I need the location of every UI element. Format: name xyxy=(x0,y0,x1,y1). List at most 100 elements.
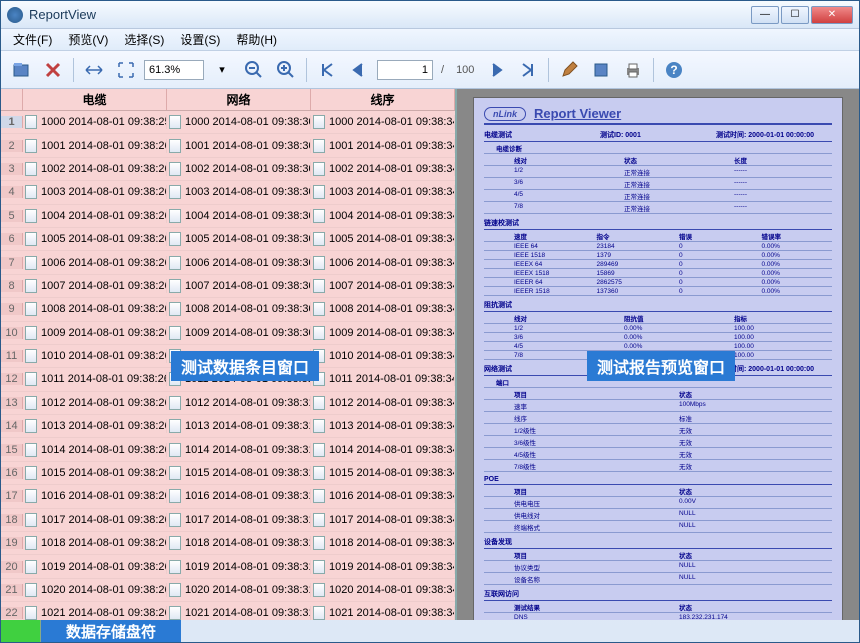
zoom-out-button[interactable] xyxy=(240,56,268,84)
document-icon xyxy=(313,162,325,176)
document-icon xyxy=(169,443,181,457)
table-row[interactable]: 141013 2014-08-01 09:38:261013 2014-08-0… xyxy=(1,415,455,438)
overlay-left-label: 测试数据条目窗口 xyxy=(171,351,319,381)
document-icon xyxy=(25,162,37,176)
col-header-wiremap[interactable]: 线序 xyxy=(311,89,455,110)
document-icon xyxy=(169,560,181,574)
table-row[interactable]: 221021 2014-08-01 09:38:261021 2014-08-0… xyxy=(1,602,455,620)
fit-page-button[interactable] xyxy=(112,56,140,84)
menu-file[interactable]: 文件(F) xyxy=(5,29,60,50)
document-icon xyxy=(169,115,181,129)
document-icon xyxy=(169,232,181,246)
document-icon xyxy=(313,466,325,480)
edit-button[interactable] xyxy=(555,56,583,84)
document-icon xyxy=(169,185,181,199)
document-icon xyxy=(313,560,325,574)
menu-help[interactable]: 帮助(H) xyxy=(228,29,285,50)
document-icon xyxy=(313,185,325,199)
col-header-network[interactable]: 网络 xyxy=(167,89,311,110)
page-separator: / xyxy=(437,64,448,76)
menu-preview[interactable]: 预览(V) xyxy=(60,29,116,50)
document-icon xyxy=(169,536,181,550)
document-icon xyxy=(25,583,37,597)
document-icon xyxy=(25,302,37,316)
page-input[interactable] xyxy=(377,60,433,80)
document-icon xyxy=(25,115,37,129)
table-row[interactable]: 161015 2014-08-01 09:38:261015 2014-08-0… xyxy=(1,462,455,485)
document-icon xyxy=(25,279,37,293)
status-drive-indicator xyxy=(1,620,41,642)
zoom-dropdown[interactable]: ▾ xyxy=(208,56,236,84)
close-button[interactable]: ✕ xyxy=(811,6,853,24)
zoom-in-button[interactable] xyxy=(272,56,300,84)
main-area: 电缆 网络 线序 测试数据条目窗口 11000 2014-08-01 09:38… xyxy=(1,89,859,620)
prev-page-button[interactable] xyxy=(345,56,373,84)
print-button[interactable] xyxy=(619,56,647,84)
document-icon xyxy=(313,419,325,433)
overlay-right-label: 测试报告预览窗口 xyxy=(587,351,735,381)
zoom-input[interactable] xyxy=(144,60,204,80)
table-row[interactable]: 191018 2014-08-01 09:38:261018 2014-08-0… xyxy=(1,532,455,555)
document-icon xyxy=(313,256,325,270)
document-icon xyxy=(169,139,181,153)
app-icon xyxy=(7,7,23,23)
last-page-button[interactable] xyxy=(514,56,542,84)
document-icon xyxy=(169,162,181,176)
document-icon xyxy=(313,606,325,620)
document-icon xyxy=(25,536,37,550)
document-icon xyxy=(169,279,181,293)
document-icon xyxy=(313,232,325,246)
table-row[interactable]: 51004 2014-08-01 09:38:261004 2014-08-01… xyxy=(1,205,455,228)
table-row[interactable]: 81007 2014-08-01 09:38:261007 2014-08-01… xyxy=(1,275,455,298)
table-row[interactable]: 31002 2014-08-01 09:38:261002 2014-08-01… xyxy=(1,158,455,181)
help-button[interactable]: ? xyxy=(660,56,688,84)
document-icon xyxy=(169,583,181,597)
document-icon xyxy=(169,209,181,223)
table-row[interactable]: 21001 2014-08-01 09:38:261001 2014-08-01… xyxy=(1,134,455,157)
table-row[interactable]: 11000 2014-08-01 09:38:251000 2014-08-01… xyxy=(1,111,455,134)
document-icon xyxy=(25,466,37,480)
table-row[interactable]: 91008 2014-08-01 09:38:261008 2014-08-01… xyxy=(1,298,455,321)
document-icon xyxy=(25,256,37,270)
document-icon xyxy=(313,489,325,503)
next-page-button[interactable] xyxy=(482,56,510,84)
table-row[interactable]: 201019 2014-08-01 09:38:261019 2014-08-0… xyxy=(1,555,455,578)
document-icon xyxy=(313,279,325,293)
menu-settings[interactable]: 设置(S) xyxy=(172,29,228,50)
table-row[interactable]: 171016 2014-08-01 09:38:261016 2014-08-0… xyxy=(1,485,455,508)
fit-width-button[interactable] xyxy=(80,56,108,84)
menu-select[interactable]: 选择(S) xyxy=(116,29,172,50)
document-icon xyxy=(25,606,37,620)
document-icon xyxy=(25,489,37,503)
status-drive-label: 数据存储盘符 xyxy=(41,620,181,642)
open-button[interactable] xyxy=(7,56,35,84)
svg-text:?: ? xyxy=(671,63,678,77)
table-row[interactable]: 181017 2014-08-01 09:38:261017 2014-08-0… xyxy=(1,509,455,532)
toolbar: ▾ / 100 ? xyxy=(1,51,859,89)
window-title: ReportView xyxy=(29,7,751,22)
table-row[interactable]: 131012 2014-08-01 09:38:261012 2014-08-0… xyxy=(1,392,455,415)
document-icon xyxy=(25,349,37,363)
table-row[interactable]: 101009 2014-08-01 09:38:261009 2014-08-0… xyxy=(1,322,455,345)
document-icon xyxy=(313,536,325,550)
document-icon xyxy=(169,419,181,433)
document-icon xyxy=(313,443,325,457)
document-icon xyxy=(169,606,181,620)
app-window: ReportView — ☐ ✕ 文件(F) 预览(V) 选择(S) 设置(S)… xyxy=(0,0,860,643)
document-icon xyxy=(25,513,37,527)
first-page-button[interactable] xyxy=(313,56,341,84)
table-row[interactable]: 61005 2014-08-01 09:38:261005 2014-08-01… xyxy=(1,228,455,251)
table-row[interactable]: 41003 2014-08-01 09:38:261003 2014-08-01… xyxy=(1,181,455,204)
table-row[interactable]: 71006 2014-08-01 09:38:261006 2014-08-01… xyxy=(1,251,455,274)
document-icon xyxy=(313,139,325,153)
list-body[interactable]: 测试数据条目窗口 11000 2014-08-01 09:38:251000 2… xyxy=(1,111,455,620)
table-row[interactable]: 151014 2014-08-01 09:38:261014 2014-08-0… xyxy=(1,438,455,461)
minimize-button[interactable]: — xyxy=(751,6,779,24)
maximize-button[interactable]: ☐ xyxy=(781,6,809,24)
preview-pane: 测试报告预览窗口 nLinkReport Viewer电缆测试测试ID: 000… xyxy=(457,89,859,620)
table-row[interactable]: 211020 2014-08-01 09:38:261020 2014-08-0… xyxy=(1,579,455,602)
delete-button[interactable] xyxy=(39,56,67,84)
col-header-cable[interactable]: 电缆 xyxy=(23,89,167,110)
export-button[interactable] xyxy=(587,56,615,84)
document-icon xyxy=(313,326,325,340)
